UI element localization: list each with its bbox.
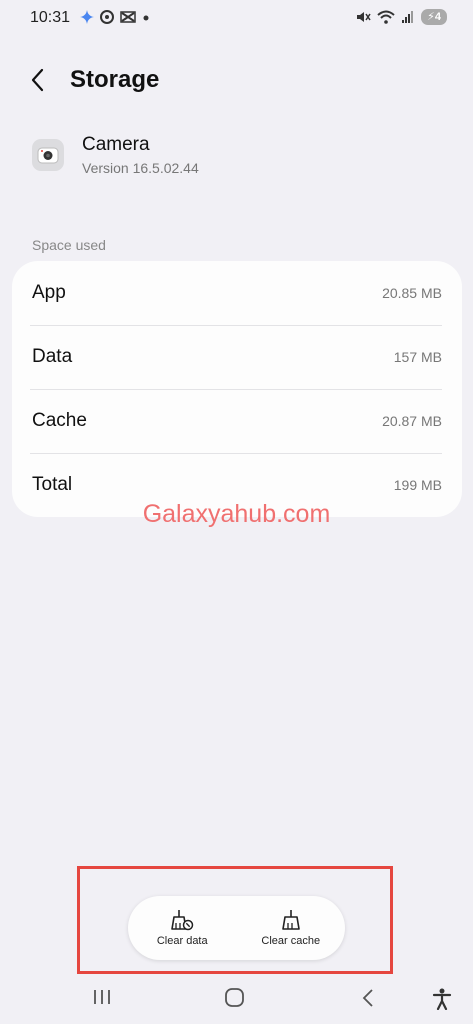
row-value: 20.87 MB	[382, 413, 442, 429]
dot-icon	[143, 15, 149, 21]
recents-button[interactable]	[92, 988, 112, 1011]
app-version: Version 16.5.02.44	[82, 160, 199, 176]
row-label: Data	[32, 346, 73, 367]
home-icon	[225, 988, 244, 1007]
app-name: Camera	[82, 134, 150, 155]
signal-icon	[402, 11, 414, 23]
storage-row-app: App 20.85 MB	[30, 261, 442, 325]
page-title: Storage	[70, 66, 160, 93]
header: Storage	[30, 62, 159, 98]
status-time: 10:31	[30, 9, 71, 26]
accessibility-button[interactable]	[432, 988, 452, 1015]
storage-row-cache: Cache 20.87 MB	[30, 389, 442, 453]
action-bar: Clear data Clear cache	[128, 896, 345, 960]
storage-row-data: Data 157 MB	[30, 325, 442, 389]
clear-data-label: Clear data	[156, 935, 208, 947]
home-button[interactable]	[224, 988, 246, 1013]
status-bar: 10:31 ⚡4	[0, 0, 473, 36]
mute-icon	[357, 12, 371, 22]
navigation-bar	[0, 980, 473, 1020]
back-button[interactable]	[30, 62, 56, 98]
app-info: Camera Version 16.5.02.44	[32, 134, 199, 176]
row-value: 199 MB	[393, 477, 442, 493]
clear-cache-label: Clear cache	[261, 935, 321, 947]
camera-shutter-icon	[100, 10, 114, 24]
recents-icon	[94, 990, 110, 1004]
watermark: Galaxyahub.com	[142, 500, 331, 528]
wifi-icon	[377, 10, 395, 24]
row-label: Cache	[32, 410, 87, 431]
row-label: Total	[32, 474, 73, 495]
status-right-icons: ⚡4	[355, 9, 447, 25]
clear-cache-button[interactable]: Clear cache	[241, 909, 341, 947]
space-used-card: App 20.85 MB Data 157 MB Cache 20.87 MB …	[12, 261, 462, 517]
clear-data-icon	[171, 910, 194, 931]
status-left-icons	[80, 10, 150, 24]
back-nav-button[interactable]	[360, 988, 376, 1013]
camera-app-icon	[32, 139, 64, 171]
row-value: 20.85 MB	[382, 285, 442, 301]
back-icon	[362, 989, 373, 1007]
clear-cache-icon	[281, 910, 300, 930]
capcut-icon	[120, 11, 136, 23]
gemini-icon	[80, 10, 94, 24]
battery-level: 4	[434, 11, 441, 23]
row-label: App	[32, 282, 66, 303]
clear-data-button[interactable]: Clear data	[132, 909, 232, 947]
accessibility-icon	[432, 988, 452, 1011]
row-value: 157 MB	[393, 349, 442, 365]
battery-icon: ⚡4	[421, 9, 447, 25]
chevron-left-icon	[31, 68, 44, 92]
section-label-space-used: Space used	[32, 237, 106, 253]
